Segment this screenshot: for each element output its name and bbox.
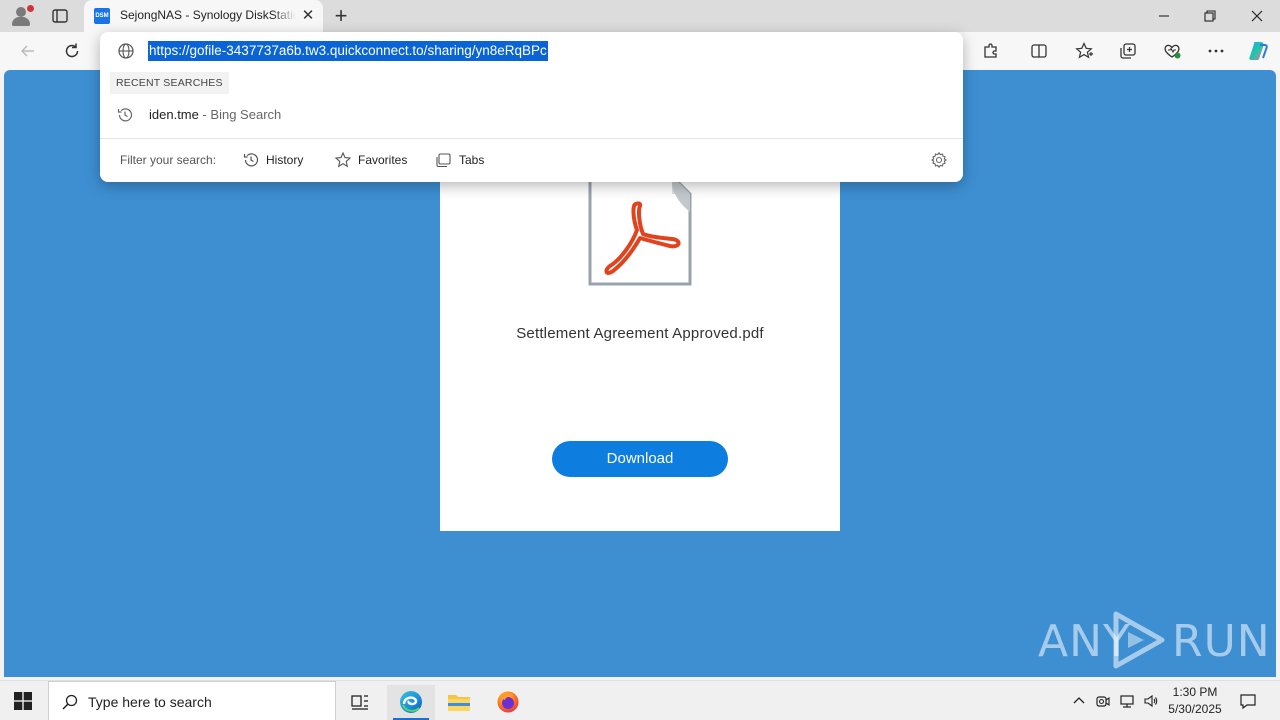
close-window-button[interactable] bbox=[1247, 6, 1267, 26]
history-icon bbox=[243, 153, 259, 167]
close-tab-icon[interactable]: ✕ bbox=[300, 8, 316, 24]
pdf-file-icon bbox=[588, 174, 692, 286]
file-name: Settlement Agreement Approved.pdf bbox=[516, 325, 764, 342]
tabs-icon bbox=[436, 153, 451, 168]
firefox-button[interactable] bbox=[484, 685, 532, 720]
suggestion-text: iden.tme - Bing Search bbox=[149, 107, 281, 122]
download-button[interactable]: Download bbox=[552, 441, 728, 477]
star-icon bbox=[334, 151, 352, 168]
filter-favorites-button[interactable]: Favorites bbox=[334, 149, 414, 171]
clock-time: 1:30 PM bbox=[1172, 685, 1218, 699]
tab-strip: DSM SejongNAS - Synology DiskStation ✕ + bbox=[0, 0, 1280, 32]
volume-icon[interactable] bbox=[1143, 693, 1159, 709]
favorites-star-icon[interactable] bbox=[1074, 41, 1094, 61]
new-tab-button[interactable]: + bbox=[330, 5, 352, 27]
address-input[interactable]: https://gofile-3437737a6b.tw3.quickconne… bbox=[148, 41, 548, 61]
history-clock-icon bbox=[116, 106, 134, 124]
browser-tab[interactable]: DSM SejongNAS - Synology DiskStation ✕ bbox=[84, 0, 323, 32]
refresh-icon[interactable] bbox=[62, 41, 82, 61]
firefox-icon bbox=[497, 691, 519, 713]
search-icon bbox=[61, 693, 79, 711]
browser-essentials-icon[interactable] bbox=[1162, 41, 1182, 61]
suggestion-source: - Bing Search bbox=[198, 107, 282, 122]
restore-button[interactable] bbox=[1200, 6, 1220, 26]
play-logo-icon bbox=[1113, 611, 1165, 669]
back-arrow-icon[interactable] bbox=[18, 41, 38, 61]
filter-tabs-button[interactable]: Tabs bbox=[435, 149, 495, 171]
task-view-icon bbox=[351, 695, 368, 710]
profile-icon[interactable] bbox=[10, 5, 34, 27]
globe-icon bbox=[117, 42, 135, 60]
edge-icon bbox=[400, 691, 422, 713]
filter-history-button[interactable]: History bbox=[242, 149, 312, 171]
folder-icon bbox=[448, 695, 470, 711]
clock-date: 5/30/2025 bbox=[1168, 702, 1222, 716]
more-options-icon[interactable] bbox=[1206, 41, 1226, 61]
taskbar-search-box[interactable]: Type here to search bbox=[48, 681, 336, 720]
divider bbox=[100, 138, 963, 139]
address-bar-dropdown: https://gofile-3437737a6b.tw3.quickconne… bbox=[100, 32, 963, 182]
filter-favorites-label: Favorites bbox=[358, 153, 408, 167]
anyrun-watermark: ANY RUN bbox=[1038, 606, 1270, 670]
edge-taskbar-button[interactable] bbox=[387, 685, 435, 720]
meet-now-icon[interactable] bbox=[1095, 693, 1111, 709]
task-view-button[interactable] bbox=[336, 685, 384, 720]
gear-icon[interactable] bbox=[930, 151, 948, 169]
collections-icon[interactable] bbox=[1118, 41, 1138, 61]
tab-title: SejongNAS - Synology DiskStation bbox=[120, 8, 296, 22]
copilot-icon[interactable] bbox=[1246, 39, 1270, 63]
recent-searches-label: RECENT SEARCHES bbox=[110, 72, 229, 94]
suggestion-row[interactable]: iden.tme - Bing Search bbox=[100, 102, 963, 128]
notifications-icon[interactable] bbox=[1239, 692, 1257, 710]
dsm-favicon-icon: DSM bbox=[94, 8, 110, 24]
extensions-icon[interactable] bbox=[981, 41, 1001, 61]
filter-label: Filter your search: bbox=[120, 153, 217, 167]
watermark-right-text: RUN bbox=[1172, 616, 1271, 667]
show-hidden-icons-chevron-icon[interactable] bbox=[1071, 693, 1087, 709]
taskbar: Type here to search 1:30 PM 5/30/2025 bbox=[0, 680, 1280, 720]
file-explorer-button[interactable] bbox=[435, 685, 483, 720]
filter-tabs-label: Tabs bbox=[459, 153, 485, 167]
minimize-button[interactable] bbox=[1154, 6, 1174, 26]
filter-history-label: History bbox=[266, 153, 304, 167]
tab-actions-icon[interactable] bbox=[50, 6, 70, 26]
windows-start-icon[interactable] bbox=[14, 692, 32, 710]
network-icon[interactable] bbox=[1119, 693, 1135, 709]
search-placeholder: Type here to search bbox=[88, 694, 212, 710]
suggestion-query: iden.tme bbox=[149, 107, 199, 122]
split-screen-icon[interactable] bbox=[1029, 41, 1049, 61]
system-clock[interactable]: 1:30 PM 5/30/2025 bbox=[1160, 684, 1230, 718]
